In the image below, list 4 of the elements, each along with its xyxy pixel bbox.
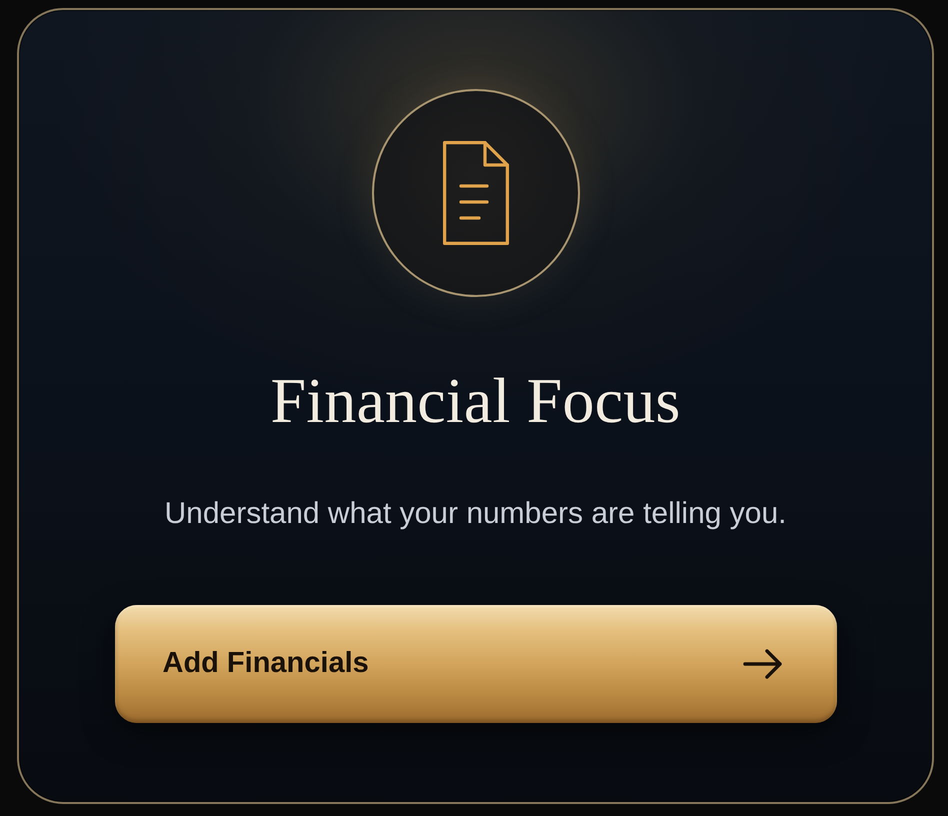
card-description: Understand what your numbers are telling you. — [164, 496, 786, 532]
arrow-icon — [742, 648, 782, 679]
add-financials-button[interactable]: Add Financials — [114, 604, 836, 723]
card-title: Financial Focus — [270, 364, 681, 438]
